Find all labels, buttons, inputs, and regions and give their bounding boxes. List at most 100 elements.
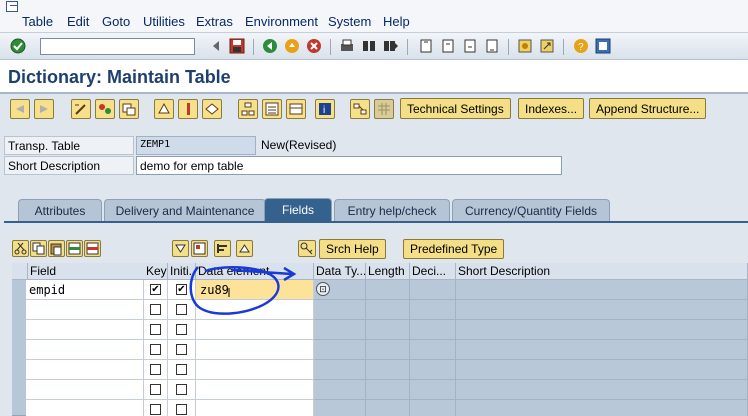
- initial-checkbox[interactable]: [176, 324, 187, 335]
- key-cell[interactable]: [144, 360, 168, 380]
- initial-checkbox[interactable]: [176, 344, 187, 355]
- row-selector-column[interactable]: [12, 280, 26, 416]
- customize-layout-icon[interactable]: [595, 38, 611, 54]
- data-element-cell[interactable]: [196, 300, 314, 320]
- other-object-icon[interactable]: [119, 99, 139, 119]
- column-header-decimals[interactable]: Deci...: [410, 263, 456, 280]
- graphic-icon[interactable]: [350, 99, 370, 119]
- key-cell[interactable]: [144, 300, 168, 320]
- copy-icon[interactable]: [30, 240, 47, 257]
- print-icon[interactable]: [339, 38, 355, 54]
- command-field[interactable]: [40, 38, 195, 55]
- key-cell[interactable]: [144, 380, 168, 400]
- paste-icon[interactable]: [48, 240, 65, 257]
- menu-help[interactable]: Help: [383, 14, 410, 29]
- select-all-icon[interactable]: [191, 240, 208, 257]
- key-checkbox[interactable]: [150, 404, 161, 415]
- cut-icon[interactable]: [12, 240, 29, 257]
- contents-icon[interactable]: [262, 99, 282, 119]
- menu-environment[interactable]: Environment: [245, 14, 318, 29]
- tab-entry-help-check[interactable]: Entry help/check: [334, 199, 450, 221]
- sort-down-icon[interactable]: [172, 240, 189, 257]
- menu-goto[interactable]: Goto: [102, 14, 130, 29]
- next-page-icon[interactable]: [462, 38, 478, 54]
- predefined-type-button[interactable]: Predefined Type: [403, 239, 505, 259]
- field-name-cell[interactable]: [26, 360, 144, 380]
- display-change-icon[interactable]: [71, 99, 91, 119]
- field-name-cell[interactable]: empid: [26, 280, 144, 300]
- column-header-data-type[interactable]: Data Ty...: [314, 263, 366, 280]
- column-header-data-element[interactable]: Data element: [196, 263, 314, 280]
- field-name-cell[interactable]: [26, 300, 144, 320]
- key-checkbox[interactable]: [150, 384, 161, 395]
- tab-attributes[interactable]: Attributes: [18, 199, 102, 221]
- data-element-cell[interactable]: zu89: [196, 280, 314, 300]
- initial-cell[interactable]: [168, 360, 196, 380]
- menu-utilities[interactable]: Utilities: [143, 14, 185, 29]
- key-cell[interactable]: [144, 320, 168, 340]
- delete-row-icon[interactable]: [84, 240, 101, 257]
- save-icon[interactable]: [229, 38, 245, 54]
- help-icon[interactable]: ?: [573, 38, 589, 54]
- grid-icon[interactable]: [374, 99, 394, 119]
- initial-checkbox[interactable]: [176, 304, 187, 315]
- where-used-icon[interactable]: [202, 99, 222, 119]
- first-page-icon[interactable]: [418, 38, 434, 54]
- column-header-initial[interactable]: Initi...: [168, 263, 196, 280]
- key-checkbox[interactable]: [150, 344, 161, 355]
- initial-checkbox[interactable]: [176, 404, 187, 415]
- initial-cell[interactable]: [168, 300, 196, 320]
- last-page-icon[interactable]: [484, 38, 500, 54]
- initial-cell[interactable]: [168, 400, 196, 416]
- find-next-icon[interactable]: [383, 38, 399, 54]
- back-arrow-icon[interactable]: [10, 99, 30, 119]
- initial-checkbox[interactable]: [176, 384, 187, 395]
- initial-checkbox[interactable]: [176, 364, 187, 375]
- field-name-cell[interactable]: [26, 380, 144, 400]
- technical-settings-button[interactable]: Technical Settings: [400, 98, 511, 119]
- key-checkbox[interactable]: [150, 324, 161, 335]
- column-header-field[interactable]: Field: [28, 263, 158, 280]
- enter-icon[interactable]: [10, 38, 26, 54]
- column-header-length[interactable]: Length: [366, 263, 410, 280]
- select-all-column-header[interactable]: [12, 263, 28, 280]
- find-icon[interactable]: [361, 38, 377, 54]
- field-name-cell[interactable]: [26, 340, 144, 360]
- data-element-cell[interactable]: [196, 380, 314, 400]
- cancel-icon[interactable]: [306, 38, 322, 54]
- database-utility-icon[interactable]: [286, 99, 306, 119]
- navigate-icon[interactable]: ⊡: [316, 282, 330, 296]
- data-element-cell[interactable]: [196, 340, 314, 360]
- exit-icon[interactable]: [284, 38, 300, 54]
- key-cell[interactable]: [144, 400, 168, 416]
- initial-cell[interactable]: [168, 340, 196, 360]
- initial-checkbox[interactable]: ✔: [176, 284, 187, 295]
- activate-icon[interactable]: [178, 99, 198, 119]
- short-description-field[interactable]: demo for emp table: [136, 156, 562, 175]
- system-menu-icon[interactable]: [6, 1, 18, 12]
- tab-currency-quantity-fields[interactable]: Currency/Quantity Fields: [452, 199, 610, 221]
- data-element-cell[interactable]: [196, 320, 314, 340]
- column-header-key[interactable]: Key: [144, 263, 168, 280]
- key-cell[interactable]: [144, 340, 168, 360]
- data-element-cell[interactable]: [196, 400, 314, 416]
- menu-table[interactable]: Table: [22, 14, 53, 29]
- data-element-cell[interactable]: [196, 360, 314, 380]
- column-header-short-description[interactable]: Short Description: [456, 263, 748, 280]
- srch-help-button[interactable]: Srch Help: [319, 239, 386, 259]
- key-checkbox[interactable]: [150, 304, 161, 315]
- indexes-button[interactable]: Indexes...: [518, 98, 585, 119]
- key-checkbox[interactable]: [150, 364, 161, 375]
- back-icon[interactable]: [262, 38, 278, 54]
- active-inactive-icon[interactable]: [95, 99, 115, 119]
- hierarchy-icon[interactable]: [238, 99, 258, 119]
- menu-system[interactable]: System: [328, 14, 371, 29]
- new-session-icon[interactable]: [517, 38, 533, 54]
- initial-cell[interactable]: [168, 380, 196, 400]
- field-name-cell[interactable]: [26, 400, 144, 416]
- key-checkbox[interactable]: ✔: [150, 284, 161, 295]
- menu-extras[interactable]: Extras: [196, 14, 233, 29]
- tab-delivery-and-maintenance[interactable]: Delivery and Maintenance: [104, 199, 266, 221]
- shortcut-icon[interactable]: [539, 38, 555, 54]
- menu-edit[interactable]: Edit: [67, 14, 89, 29]
